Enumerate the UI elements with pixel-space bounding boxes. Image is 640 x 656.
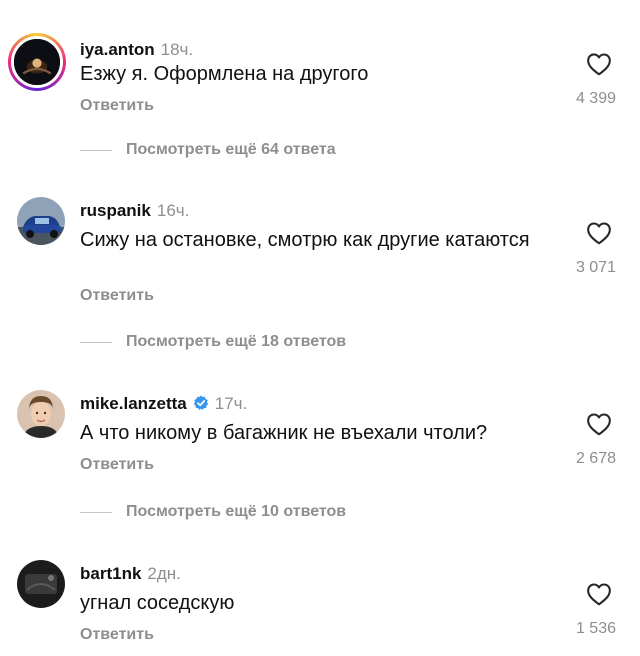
verified-badge-icon [193, 395, 208, 410]
username[interactable]: bart1nk [80, 564, 141, 583]
view-more-replies-label: Посмотреть ещё 18 ответов [126, 333, 347, 350]
dark-avatar-icon [17, 560, 65, 608]
heart-outline-icon[interactable] [586, 221, 612, 245]
reply-button[interactable]: Ответить [80, 456, 154, 474]
comment-text: Езжу я. Оформлена на другого [80, 63, 369, 85]
heart-outline-icon[interactable] [586, 582, 612, 606]
avatar-image [11, 36, 63, 88]
heart-outline-icon[interactable] [586, 52, 612, 76]
avatar[interactable] [8, 33, 66, 91]
like-block: 1 536 [556, 582, 616, 638]
like-block: 4 399 [556, 52, 616, 108]
heart-outline-icon[interactable] [586, 412, 612, 436]
comment-text: А что никому в багажник не въехали чтоли… [80, 422, 488, 444]
like-count: 2 678 [575, 450, 616, 467]
comment-text: Сижу на остановке, смотрю как другие кат… [80, 229, 530, 251]
username[interactable]: mike.lanzetta [80, 394, 187, 413]
comment-header: bart1nk 2дн. [80, 564, 181, 584]
comment-header: iya.anton 18ч. [80, 40, 193, 60]
divider [80, 511, 112, 513]
like-count: 3 071 [575, 259, 616, 276]
reply-button[interactable]: Ответить [80, 97, 154, 115]
view-more-replies[interactable]: Посмотреть ещё 10 ответов [80, 503, 346, 521]
comment-text: угнал соседскую [80, 592, 235, 614]
car-avatar-icon [17, 197, 65, 245]
reply-button[interactable]: Ответить [80, 287, 154, 305]
timestamp: 18ч. [160, 40, 194, 59]
username[interactable]: ruspanik [80, 201, 151, 220]
comment-header: ruspanik 16ч. [80, 201, 189, 221]
avatar[interactable] [17, 560, 65, 608]
like-block: 3 071 [556, 221, 616, 277]
timestamp: 17ч. [214, 394, 248, 413]
divider [80, 341, 112, 343]
timestamp: 2дн. [147, 564, 181, 583]
view-more-replies-label: Посмотреть ещё 10 ответов [126, 503, 347, 520]
view-more-replies[interactable]: Посмотреть ещё 64 ответа [80, 141, 336, 159]
comment-header: mike.lanzetta 17ч. [80, 394, 247, 414]
avatar[interactable] [17, 197, 65, 245]
like-count: 1 536 [575, 620, 616, 637]
divider [80, 149, 112, 151]
reply-button[interactable]: Ответить [80, 626, 154, 644]
avatar-photo-icon [14, 39, 60, 85]
like-block: 2 678 [556, 412, 616, 468]
avatar[interactable] [17, 390, 65, 438]
person-avatar-icon [17, 390, 65, 438]
view-more-replies-label: Посмотреть ещё 64 ответа [126, 141, 336, 158]
view-more-replies[interactable]: Посмотреть ещё 18 ответов [80, 333, 346, 351]
like-count: 4 399 [575, 90, 616, 107]
username[interactable]: iya.anton [80, 40, 155, 59]
timestamp: 16ч. [156, 201, 190, 220]
comments-thread: iya.anton 18ч. Езжу я. Оформлена на друго… [0, 0, 640, 656]
